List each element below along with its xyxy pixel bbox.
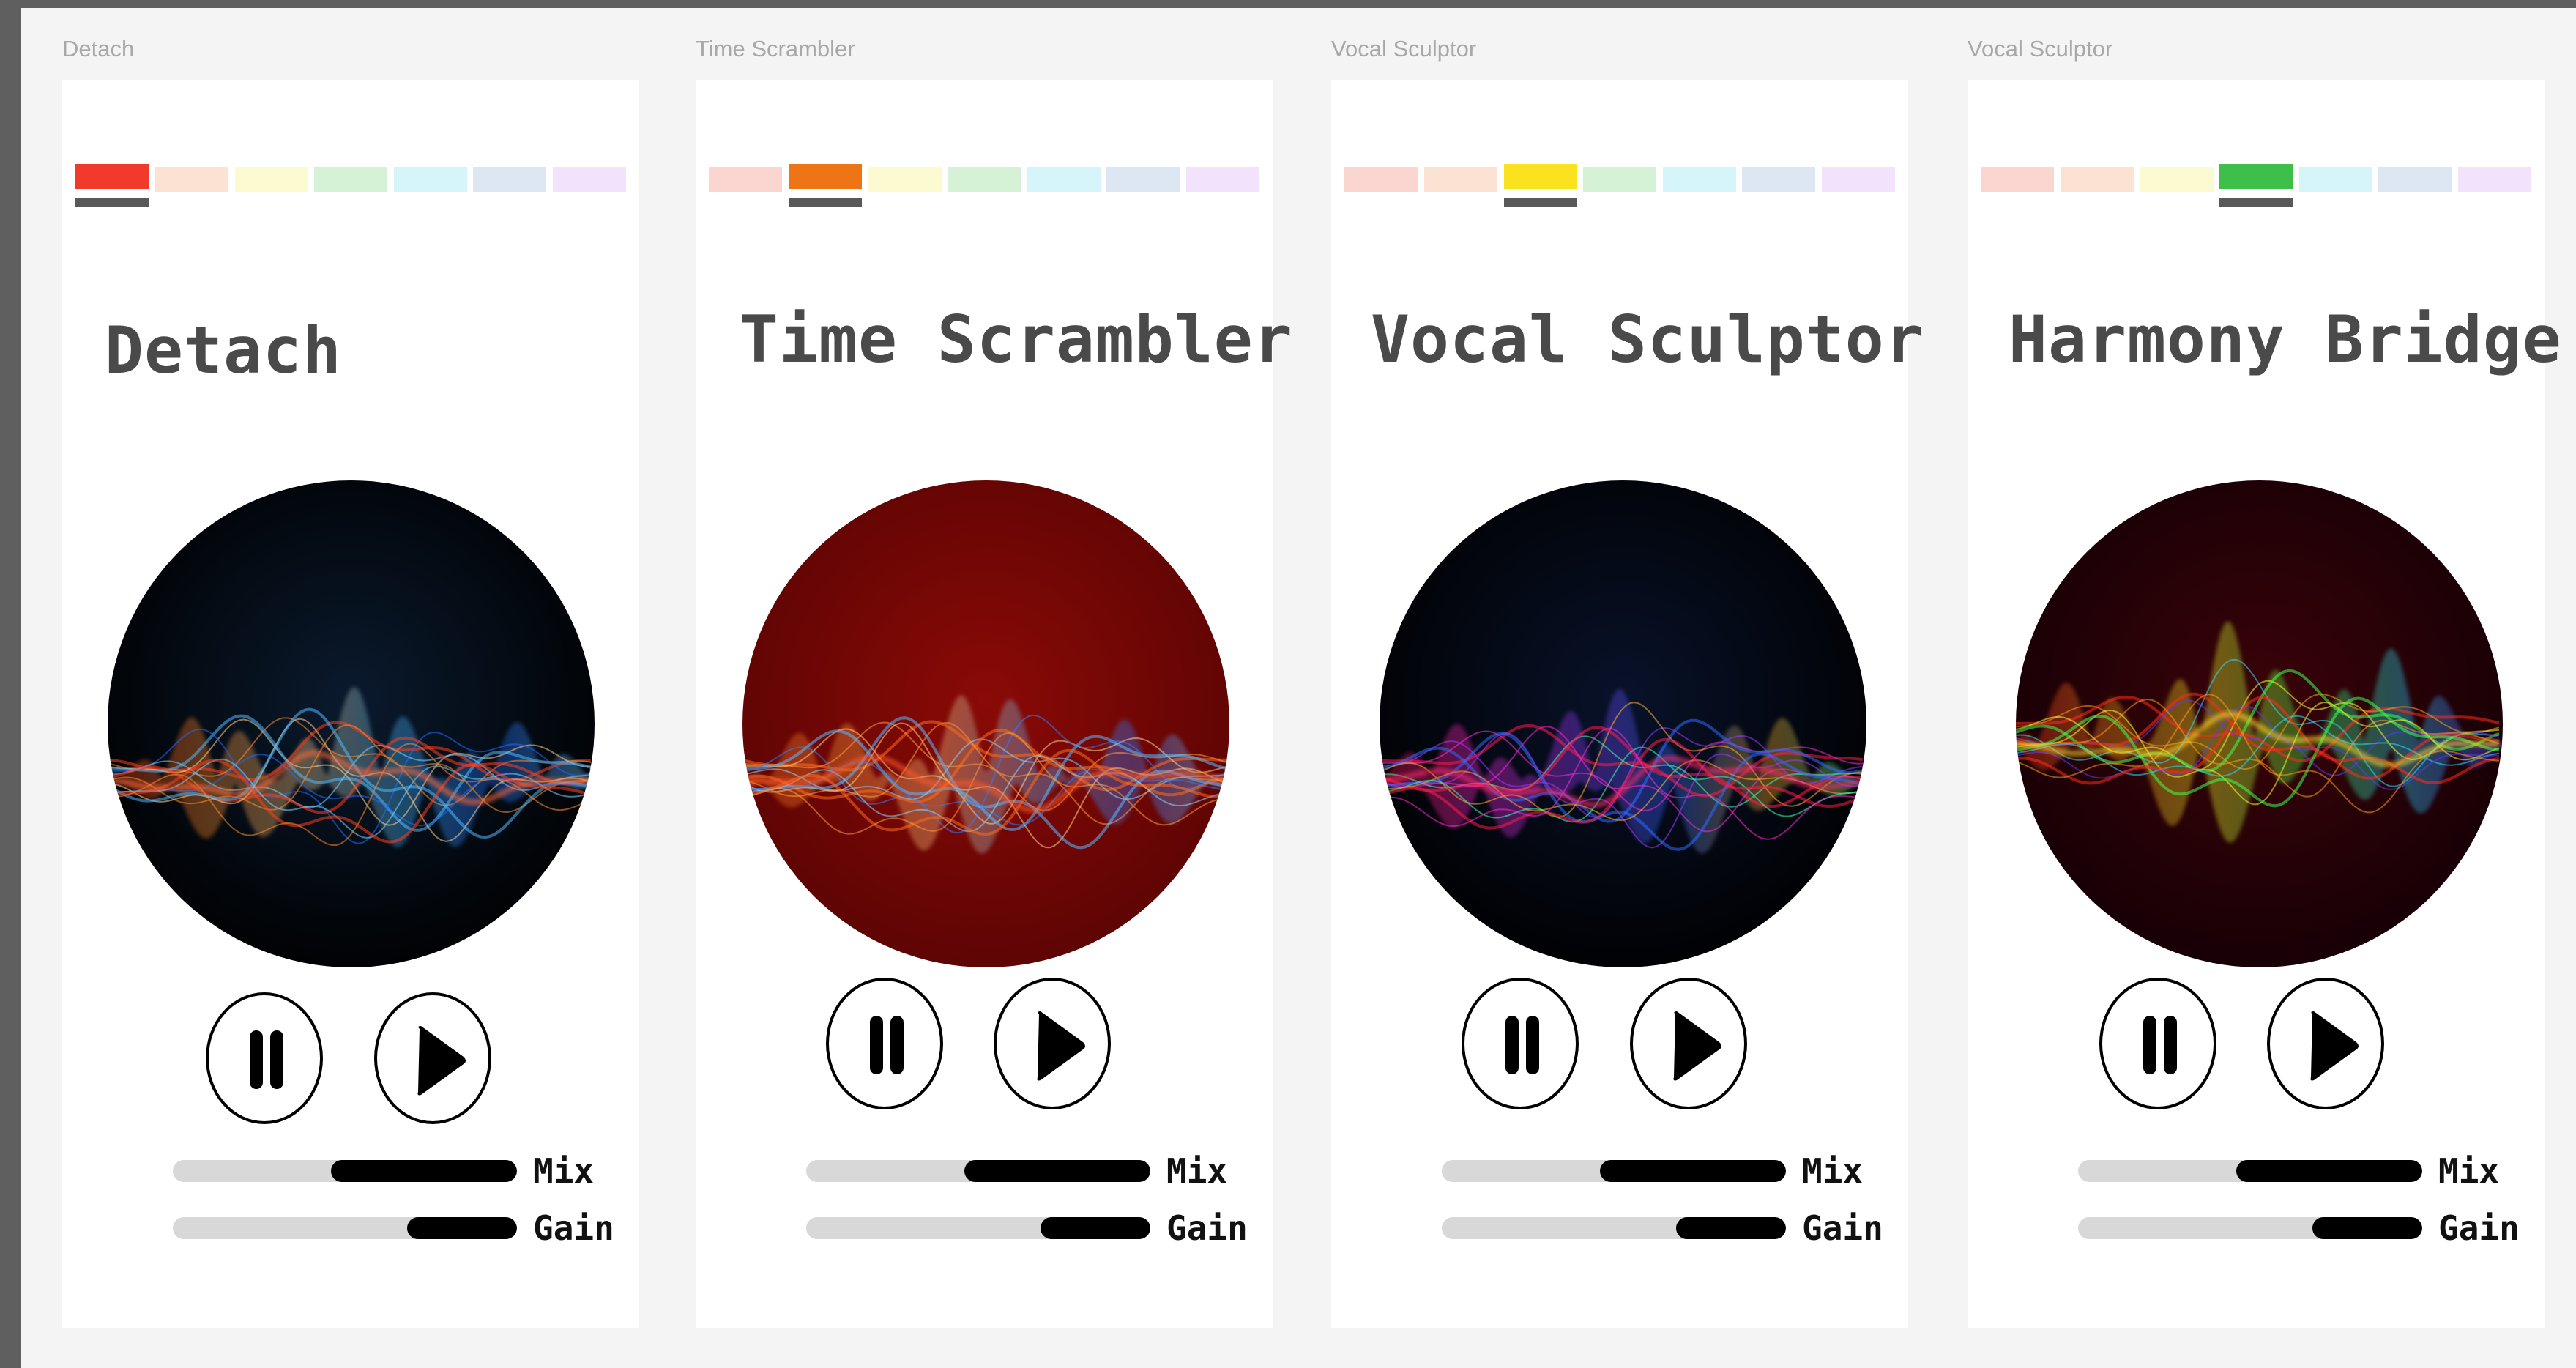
color-tab-4[interactable] [1583,167,1656,192]
play-icon [2310,1011,2359,1081]
waveform-artwork [108,480,595,967]
color-tab-7[interactable] [1186,167,1259,192]
color-tab-3[interactable] [868,167,942,192]
artboard: Vocal Sculptor Mix Gain [1331,80,1924,1328]
color-tab-3[interactable] [1504,164,1577,189]
color-tab-1[interactable] [75,164,149,189]
gain-label: Gain [533,1208,614,1248]
plugin-title: Harmony Bridge [2009,302,2562,377]
active-tab-indicator [789,198,862,207]
frame-vocal-sculptor: Vocal Sculptor Vocal Sculptor Mix Gain [1331,34,1924,1329]
color-tab-1[interactable] [709,167,782,192]
color-tab-2[interactable] [2061,167,2134,192]
frame-harmony-bridge: Vocal Sculptor Harmony Bridge Mix Gain [1968,34,2561,1329]
play-icon [1037,1011,1085,1081]
color-tab-6[interactable] [1106,167,1180,192]
color-tab-5[interactable] [2299,167,2372,192]
color-tab-1[interactable] [1344,167,1418,192]
gain-slider[interactable] [2078,1217,2422,1239]
play-icon [417,1026,466,1096]
artboard: Harmony Bridge Mix Gain [1968,80,2561,1328]
mix-slider[interactable] [2078,1160,2422,1182]
frame-time-scrambler: Time Scrambler Time Scrambler Mix Gain [696,34,1292,1329]
frame-label[interactable]: Vocal Sculptor [1331,34,1476,64]
play-icon [1673,1011,1721,1081]
color-tab-5[interactable] [1027,167,1101,192]
gain-slider[interactable] [1442,1217,1786,1239]
color-tab-7[interactable] [553,167,626,192]
active-tab-indicator [1504,198,1577,207]
pause-button[interactable] [1462,978,1579,1109]
mix-slider-fill [331,1160,517,1182]
gain-slider[interactable] [173,1217,517,1239]
artboard: Time Scrambler Mix Gain [696,80,1292,1328]
mix-slider[interactable] [173,1160,517,1182]
frame-label[interactable]: Detach [62,34,134,64]
waveform-artwork [1380,480,1866,967]
pause-button[interactable] [206,992,323,1124]
mix-slider-fill [2236,1160,2422,1182]
color-tab-4[interactable] [2219,164,2293,189]
color-tab-2[interactable] [155,167,228,192]
color-tab-2[interactable] [1424,167,1497,192]
color-tab-3[interactable] [2140,167,2214,192]
gain-slider-fill [1040,1217,1150,1239]
mix-slider[interactable] [806,1160,1150,1182]
waveform-artwork [742,480,1229,967]
frame-detach: Detach Detach Mix Gain [62,34,639,1329]
color-tab-7[interactable] [1822,167,1895,192]
pause-button[interactable] [2099,978,2216,1109]
gain-label: Gain [1166,1208,1248,1248]
frame-label[interactable]: Vocal Sculptor [1968,34,2112,64]
play-button[interactable] [994,978,1111,1109]
gain-slider-fill [406,1217,517,1239]
color-tab-7[interactable] [2458,167,2531,192]
mix-label: Mix [2438,1151,2500,1191]
plugin-title: Vocal Sculptor [1371,302,1924,377]
pause-icon [1505,1016,1539,1074]
play-button[interactable] [374,992,491,1124]
plugin-title: Detach [105,313,342,388]
gain-slider-fill [1675,1217,1786,1239]
color-tab-4[interactable] [948,167,1021,192]
pause-icon [2143,1016,2177,1074]
active-tab-indicator [2219,198,2293,207]
gain-slider-fill [2312,1217,2422,1239]
color-tab-6[interactable] [473,167,546,192]
color-tab-6[interactable] [1742,167,1815,192]
color-tab-3[interactable] [235,167,308,192]
color-tab-4[interactable] [314,167,387,192]
frame-label[interactable]: Time Scrambler [696,34,855,64]
waveform-artwork [2016,480,2503,967]
color-tab-5[interactable] [1663,167,1736,192]
gain-slider[interactable] [806,1217,1150,1239]
active-tab-indicator [75,198,149,207]
color-tab-1[interactable] [1981,167,2054,192]
play-button[interactable] [2267,978,2384,1109]
pause-button[interactable] [826,978,943,1109]
pause-icon [250,1030,283,1089]
mix-label: Mix [1802,1151,1864,1191]
color-tab-5[interactable] [394,167,467,192]
mix-label: Mix [533,1151,595,1191]
mix-slider-fill [964,1160,1150,1182]
color-tab-2[interactable] [789,164,862,189]
mix-slider-fill [1600,1160,1786,1182]
gain-label: Gain [2438,1208,2520,1248]
canvas-top-edge [0,0,2576,8]
play-button[interactable] [1630,978,1747,1109]
mix-label: Mix [1166,1151,1228,1191]
artboard: Detach Mix Gain [62,80,639,1328]
pause-icon [870,1016,904,1074]
color-tab-6[interactable] [2378,167,2452,192]
gain-label: Gain [1802,1208,1883,1248]
plugin-title: Time Scrambler [740,302,1293,377]
mix-slider[interactable] [1442,1160,1786,1182]
canvas-left-edge [0,0,21,1368]
